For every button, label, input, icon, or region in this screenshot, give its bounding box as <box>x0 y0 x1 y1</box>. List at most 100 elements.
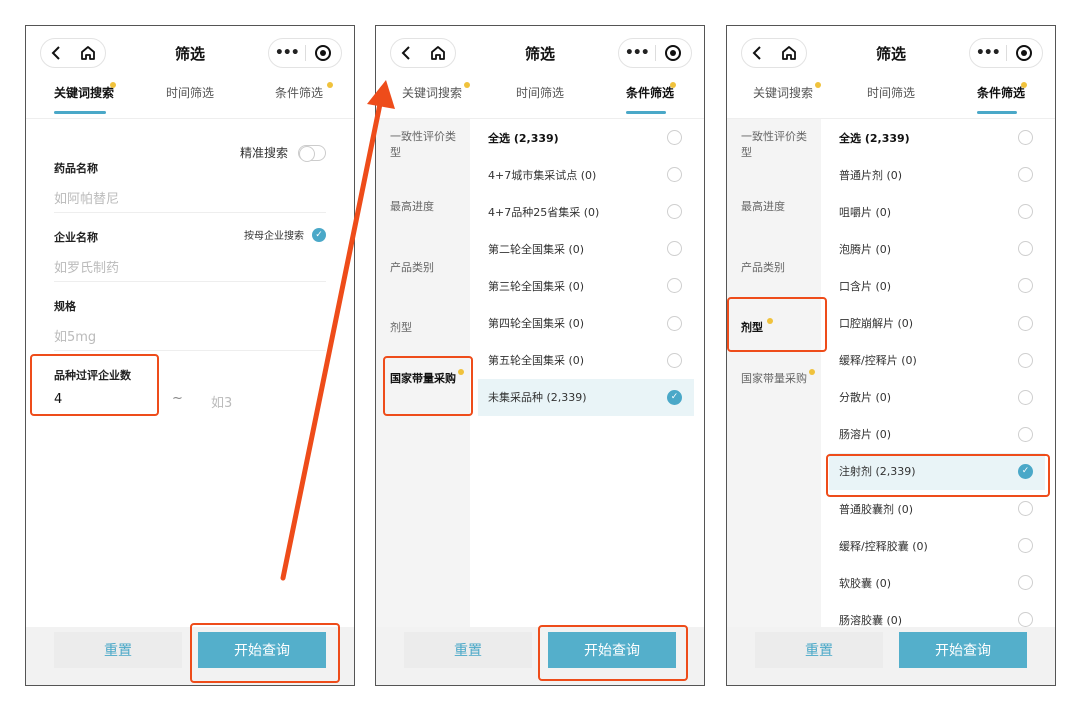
radio-unchecked-icon[interactable] <box>667 315 682 331</box>
highlight-count-field <box>30 354 159 416</box>
radio-unchecked-icon[interactable] <box>667 204 682 220</box>
radio-unchecked-icon[interactable] <box>1018 352 1033 368</box>
option-label: 第三轮全国集采 (0) <box>488 279 585 293</box>
target-icon[interactable] <box>1016 45 1033 61</box>
query-button[interactable]: 开始查询 <box>899 632 1027 668</box>
option-row[interactable]: 全选 (2,339) <box>829 119 1045 156</box>
radio-unchecked-icon[interactable] <box>1018 241 1033 257</box>
option-row[interactable]: 普通片剂 (0) <box>829 156 1045 193</box>
radio-unchecked-icon[interactable] <box>1018 130 1033 145</box>
option-label: 普通片剂 (0) <box>839 168 903 182</box>
sidebar-item-category[interactable]: 产品类别 <box>390 260 460 276</box>
more-dots-icon[interactable]: ••• <box>275 46 300 60</box>
tab-condition[interactable]: 条件筛选 <box>626 82 677 118</box>
option-row[interactable]: 全选 (2,339) <box>478 119 694 156</box>
phone-screen-dosage: 筛选 ••• 关键词搜索 时间筛选 条件筛选 一致性评价类型 最高进度 产品类别… <box>726 25 1056 686</box>
target-icon[interactable] <box>665 45 682 61</box>
sidebar-item-category[interactable]: 产品类别 <box>741 260 811 276</box>
radio-unchecked-icon[interactable] <box>1018 575 1033 591</box>
reset-button[interactable]: 重置 <box>54 632 182 668</box>
company-input[interactable]: 如罗氏制药 <box>54 257 326 276</box>
more-dots-icon[interactable]: ••• <box>976 46 1001 60</box>
option-row[interactable]: 4+7品种25省集采 (0) <box>478 193 694 230</box>
radio-unchecked-icon[interactable] <box>1018 278 1033 294</box>
option-row[interactable]: 口腔崩解片 (0) <box>829 305 1045 342</box>
procurement-option-list: 全选 (2,339) 4+7城市集采试点 (0) 4+7品种25省集采 (0) 第二轮… <box>470 119 704 627</box>
tab-keyword[interactable]: 关键词搜索 <box>54 82 117 118</box>
tab-keyword[interactable]: 关键词搜索 <box>402 82 471 118</box>
reset-button[interactable]: 重置 <box>404 632 532 668</box>
exact-search-toggle[interactable] <box>298 144 326 162</box>
tab-time[interactable]: 时间筛选 <box>516 84 564 118</box>
sidebar-item-consistency[interactable]: 一致性评价类型 <box>741 129 811 161</box>
tab-time[interactable]: 时间筛选 <box>867 84 915 118</box>
option-row[interactable]: 口含片 (0) <box>829 267 1045 304</box>
option-label: 口腔崩解片 (0) <box>839 317 914 330</box>
radio-unchecked-icon[interactable] <box>667 241 682 257</box>
radio-unchecked-icon[interactable] <box>1018 204 1033 220</box>
option-label: 第二轮全国集采 (0) <box>488 242 585 256</box>
option-label: 口含片 (0) <box>839 279 892 293</box>
spec-field: 规格 如5mg <box>54 298 326 351</box>
radio-checked-icon[interactable]: ✓ <box>667 389 682 405</box>
option-label: 4+7品种25省集采 (0) <box>488 205 600 219</box>
drug-name-label: 药品名称 <box>54 162 98 175</box>
option-row[interactable]: 第五轮全国集采 (0) <box>478 342 694 379</box>
sidebar-item-progress[interactable]: 最高进度 <box>741 199 811 215</box>
radio-unchecked-icon[interactable] <box>1018 167 1033 183</box>
highlight-injection-option <box>826 454 1050 497</box>
option-row[interactable]: 缓释/控释胶囊 (0) <box>829 527 1045 564</box>
sidebar-item-progress[interactable]: 最高进度 <box>390 199 460 215</box>
range-separator: ~ <box>172 391 183 406</box>
sidebar-item-dosage[interactable]: 剂型 <box>390 320 460 336</box>
option-row[interactable]: 肠溶片 (0) <box>829 416 1045 453</box>
tab-keyword[interactable]: 关键词搜索 <box>753 82 822 118</box>
radio-unchecked-icon[interactable] <box>667 167 682 183</box>
radio-unchecked-icon[interactable] <box>667 278 682 294</box>
radio-unchecked-icon[interactable] <box>1018 538 1033 554</box>
tab-condition[interactable]: 条件筛选 <box>275 82 334 118</box>
option-row[interactable]: 软胶囊 (0) <box>829 564 1045 601</box>
tab-condition[interactable]: 条件筛选 <box>977 82 1028 118</box>
option-row[interactable]: 第二轮全国集采 (0) <box>478 230 694 267</box>
option-row[interactable]: 第三轮全国集采 (0) <box>478 267 694 304</box>
nav-bar: 筛选 ••• <box>376 26 704 82</box>
option-row[interactable]: 泡腾片 (0) <box>829 230 1045 267</box>
tab-time[interactable]: 时间筛选 <box>166 84 214 118</box>
radio-unchecked-icon[interactable] <box>1018 501 1033 516</box>
radio-unchecked-icon[interactable] <box>1018 612 1033 627</box>
exact-search-toggle-row: 精准搜索 <box>240 144 326 162</box>
reset-button[interactable]: 重置 <box>755 632 883 668</box>
sidebar-item-consistency[interactable]: 一致性评价类型 <box>390 129 460 161</box>
category-sidebar: 一致性评价类型 最高进度 产品类别 剂型 国家带量采购 <box>727 119 821 627</box>
drug-name-input[interactable]: 如阿帕替尼 <box>54 188 326 207</box>
option-label: 咀嚼片 (0) <box>839 205 892 219</box>
count-max-input[interactable]: 如3 <box>211 392 232 411</box>
radio-unchecked-icon[interactable] <box>1018 426 1033 442</box>
radio-unchecked-icon[interactable] <box>667 130 682 145</box>
footer-bar: 重置 开始查询 <box>727 627 1055 685</box>
spec-input[interactable]: 如5mg <box>54 326 326 345</box>
option-row[interactable]: 第四轮全国集采 (0) <box>478 305 694 342</box>
sidebar-item-procurement[interactable]: 国家带量采购 <box>741 369 815 387</box>
option-label: 第四轮全国集采 (0) <box>488 317 585 330</box>
company-field: 企业名称 如罗氏制药 <box>54 229 326 282</box>
radio-unchecked-icon[interactable] <box>1018 315 1033 331</box>
more-dots-icon[interactable]: ••• <box>625 46 650 60</box>
nav-right-capsule: ••• <box>268 38 342 68</box>
option-label: 分散片 (0) <box>839 391 892 405</box>
option-row[interactable]: 分散片 (0) <box>829 379 1045 416</box>
option-label: 泡腾片 (0) <box>839 242 892 256</box>
target-icon[interactable] <box>315 45 332 61</box>
option-row[interactable]: 缓释/控释片 (0) <box>829 342 1045 379</box>
highlight-query-button <box>190 623 340 683</box>
option-row[interactable]: 4+7城市集采试点 (0) <box>478 156 694 193</box>
radio-unchecked-icon[interactable] <box>667 352 682 368</box>
highlight-dosage-sidebar <box>727 297 827 352</box>
option-label: 普通胶囊剂 (0) <box>839 502 914 516</box>
radio-unchecked-icon[interactable] <box>1018 389 1033 405</box>
highlight-procurement-sidebar <box>383 356 473 416</box>
option-row[interactable]: 肠溶胶囊 (0) <box>829 601 1045 627</box>
option-row[interactable]: 未集采品种 (2,339) ✓ <box>478 378 694 416</box>
option-row[interactable]: 咀嚼片 (0) <box>829 193 1045 230</box>
